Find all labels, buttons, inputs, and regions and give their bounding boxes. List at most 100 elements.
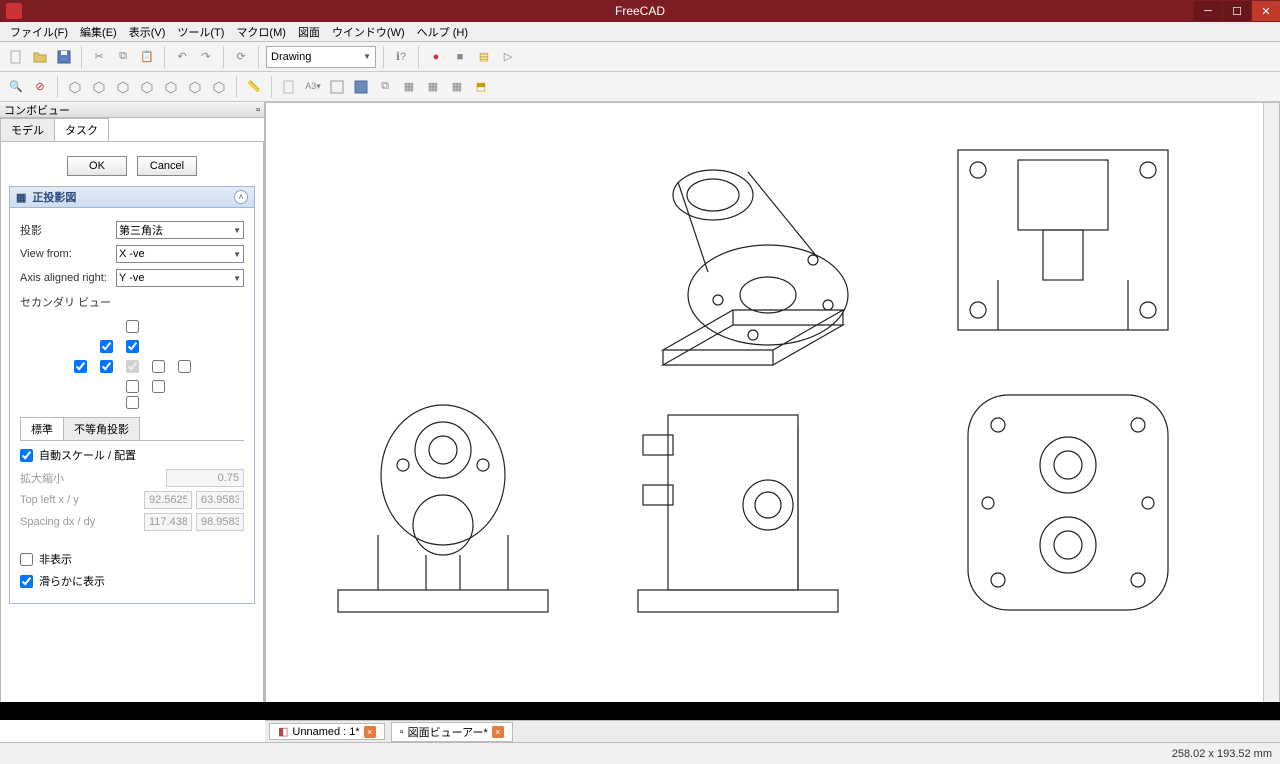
autoscale-checkbox[interactable] xyxy=(20,449,33,462)
close-tab-icon[interactable]: × xyxy=(492,726,504,738)
open-icon[interactable] xyxy=(30,47,50,67)
view-cb-2-4[interactable] xyxy=(178,360,191,373)
paste-icon[interactable]: 📋 xyxy=(137,47,157,67)
view-cb-3-2[interactable] xyxy=(126,380,139,393)
measure-icon[interactable]: 📏 xyxy=(244,77,264,97)
doc-tab-viewer[interactable]: ▫ 図面ビューアー* × xyxy=(391,722,513,742)
menu-tools[interactable]: ツール(T) xyxy=(171,22,230,42)
symbol-icon[interactable]: ⬒ xyxy=(471,77,491,97)
ok-button[interactable]: OK xyxy=(67,156,127,176)
workbench-selector[interactable]: Drawing ▼ xyxy=(266,46,376,68)
titlebar: FreeCAD ─ ☐ ✕ xyxy=(0,0,1280,22)
topleft-label: Top left x / y xyxy=(20,494,110,506)
export-page-icon[interactable]: ▦ xyxy=(447,77,467,97)
view-cb-2-0[interactable] xyxy=(74,360,87,373)
app-title: FreeCAD xyxy=(615,4,665,18)
menu-file[interactable]: ファイル(F) xyxy=(4,22,74,42)
scale-label: 拡大縮小 xyxy=(20,470,110,486)
bottom-icon[interactable] xyxy=(185,77,205,97)
toolbar-main: ✂ ⧉ 📋 ↶ ↷ ⟳ Drawing ▼ ℹ? ● ■ ▤ ▷ xyxy=(0,42,1280,72)
rear-icon[interactable] xyxy=(161,77,181,97)
menu-drawing[interactable]: 図面 xyxy=(292,22,326,42)
annotation-icon[interactable]: ▦ xyxy=(399,77,419,97)
tab-model[interactable]: モデル xyxy=(0,118,55,141)
menu-window[interactable]: ウインドウ(W) xyxy=(326,22,411,42)
toolbar-view: 🔍 ⊘ 📏 A3▾ ⧉ ▦ ▦ ▦ ⬒ xyxy=(0,72,1280,102)
section-title: 正投影図 xyxy=(32,189,76,205)
new-icon[interactable] xyxy=(6,47,26,67)
autoscale-label: 自動スケール / 配置 xyxy=(39,447,136,463)
minimize-button[interactable]: ─ xyxy=(1194,1,1222,21)
tab-task[interactable]: タスク xyxy=(54,118,109,141)
scale-input xyxy=(166,469,244,487)
maximize-button[interactable]: ☐ xyxy=(1223,1,1251,21)
close-button[interactable]: ✕ xyxy=(1252,1,1280,21)
statusbar: 258.02 x 193.52 mm xyxy=(0,742,1280,764)
macros-icon[interactable]: ▤ xyxy=(474,47,494,67)
stop-icon[interactable]: ■ xyxy=(450,47,470,67)
spacing-label: Spacing dx / dy xyxy=(20,516,110,528)
panel-title: コンボビュー xyxy=(4,102,70,118)
topleft-y-input xyxy=(196,491,244,509)
smooth-checkbox[interactable] xyxy=(20,575,33,588)
view-cb-2-3[interactable] xyxy=(152,360,165,373)
drawing-content xyxy=(268,105,1228,685)
subtab-axonometric[interactable]: 不等角投影 xyxy=(63,417,140,440)
orthographic-section-header[interactable]: ▦ 正投影図 ˄ xyxy=(9,186,255,208)
axis-select[interactable]: Y -ve▼ xyxy=(116,269,244,287)
record-icon[interactable]: ● xyxy=(426,47,446,67)
redo-icon[interactable]: ↷ xyxy=(196,47,216,67)
iso-icon[interactable] xyxy=(65,77,85,97)
secondary-views-grid xyxy=(20,316,244,409)
doc-tab-unnamed[interactable]: ◧ Unnamed : 1* × xyxy=(269,723,385,740)
view-cb-0-2[interactable] xyxy=(126,320,139,333)
spacing-dx-input xyxy=(144,513,192,531)
whatsthis-icon[interactable]: ℹ? xyxy=(391,47,411,67)
execute-icon[interactable]: ▷ xyxy=(498,47,518,67)
bottom-black-bar xyxy=(0,702,1280,720)
ortho-icon[interactable] xyxy=(351,77,371,97)
collapse-icon[interactable]: ˄ xyxy=(234,190,248,204)
left-icon[interactable] xyxy=(209,77,229,97)
projection-icon: ▦ xyxy=(16,191,26,204)
save-icon[interactable] xyxy=(54,47,74,67)
menu-macro[interactable]: マクロ(M) xyxy=(230,22,292,42)
open-browser-icon[interactable]: ⧉ xyxy=(375,77,395,97)
copy-icon[interactable]: ⧉ xyxy=(113,47,133,67)
undo-icon[interactable]: ↶ xyxy=(172,47,192,67)
close-tab-icon[interactable]: × xyxy=(364,726,376,738)
projection-label: 投影 xyxy=(20,222,116,238)
drawing-viewport[interactable] xyxy=(265,102,1280,720)
subtab-standard[interactable]: 標準 xyxy=(20,417,64,440)
spacing-dy-input xyxy=(196,513,244,531)
clip-icon[interactable]: ▦ xyxy=(423,77,443,97)
view-cb-1-2[interactable] xyxy=(126,340,139,353)
viewfrom-label: View from: xyxy=(20,248,116,260)
menu-help[interactable]: ヘルプ (H) xyxy=(411,22,474,42)
view-cb-2-1[interactable] xyxy=(100,360,113,373)
view-cb-4-2[interactable] xyxy=(126,396,139,409)
menu-view[interactable]: 表示(V) xyxy=(123,22,172,42)
a3-page-icon[interactable]: A3▾ xyxy=(303,77,323,97)
cancel-button[interactable]: Cancel xyxy=(137,156,197,176)
cube-icon: ◧ xyxy=(278,725,288,738)
coords-readout: 258.02 x 193.52 mm xyxy=(1172,748,1272,760)
view-cb-1-1[interactable] xyxy=(100,340,113,353)
hidden-checkbox[interactable] xyxy=(20,553,33,566)
insert-view-icon[interactable] xyxy=(327,77,347,97)
view-cb-2-2 xyxy=(126,360,139,373)
right-icon[interactable] xyxy=(137,77,157,97)
viewfrom-select[interactable]: X -ve▼ xyxy=(116,245,244,263)
vertical-scrollbar[interactable] xyxy=(1263,103,1279,703)
top-icon[interactable] xyxy=(113,77,133,97)
projection-select[interactable]: 第三角法▼ xyxy=(116,221,244,239)
cut-icon[interactable]: ✂ xyxy=(89,47,109,67)
front-icon[interactable] xyxy=(89,77,109,97)
draw-style-icon[interactable]: ⊘ xyxy=(30,77,50,97)
page-icon[interactable] xyxy=(279,77,299,97)
menu-edit[interactable]: 編集(E) xyxy=(74,22,123,42)
zoom-fit-icon[interactable]: 🔍 xyxy=(6,77,26,97)
panel-dock-icon[interactable]: ▫ xyxy=(256,104,260,116)
view-cb-3-3[interactable] xyxy=(152,380,165,393)
refresh-icon[interactable]: ⟳ xyxy=(231,47,251,67)
